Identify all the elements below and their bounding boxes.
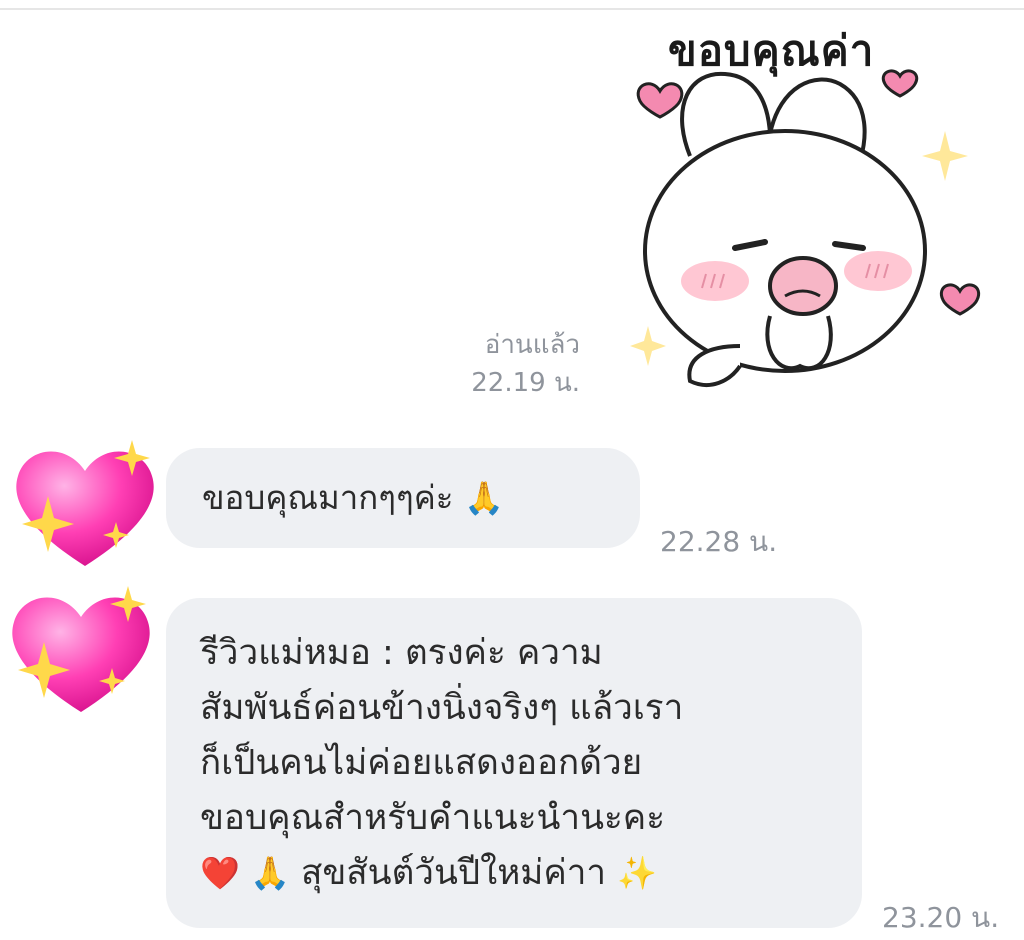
message-text: ขอบคุณมากๆๆค่ะ <box>202 478 454 517</box>
sparkling-heart-icon <box>16 440 154 566</box>
message-bubble[interactable]: ขอบคุณมากๆๆค่ะ 🙏 <box>166 448 640 548</box>
message-timestamp: 22.28 น. <box>660 525 778 558</box>
folded-hands-emoji: 🙏 <box>464 479 504 517</box>
sparkles-emoji: ✨ <box>617 854 658 892</box>
message-timestamp: 23.20 น. <box>882 901 1000 934</box>
message-text-line: ❤️ 🙏 สุขสันต์วันปีใหม่ค่าา ✨ <box>200 846 828 901</box>
read-receipt: อ่านแล้ว 22.19 น. <box>471 326 580 402</box>
sparkling-heart-icon <box>12 586 150 712</box>
top-divider <box>0 8 1024 10</box>
sender-avatar[interactable] <box>6 582 156 722</box>
sender-avatar[interactable] <box>10 436 160 576</box>
message-text-line: ขอบคุณสำหรับคำแนะนำนะคะ <box>200 798 666 838</box>
message-timestamp: 22.19 น. <box>471 368 580 398</box>
message-text: สุขสันต์วันปีใหม่ค่าา <box>301 853 607 893</box>
sticker-caption: ขอบคุณค่า <box>668 26 875 75</box>
heart-and-folded-hands-emoji: ❤️ 🙏 <box>200 854 290 892</box>
message-bubble[interactable]: รีวิวแม่หมอ : ตรงค่ะ ความ สัมพันธ์ค่อนข้… <box>166 598 862 928</box>
read-status: อ่านแล้ว <box>484 330 580 360</box>
message-text-line: ก็เป็นคนไม่ค่อยแสดงออกด้วย <box>200 743 643 783</box>
message-text-line: สัมพันธ์ค่อนข้างนิ่งจริงๆ แล้วเรา <box>200 688 684 728</box>
message-text-line: รีวิวแม่หมอ : ตรงค่ะ ความ <box>200 633 603 673</box>
